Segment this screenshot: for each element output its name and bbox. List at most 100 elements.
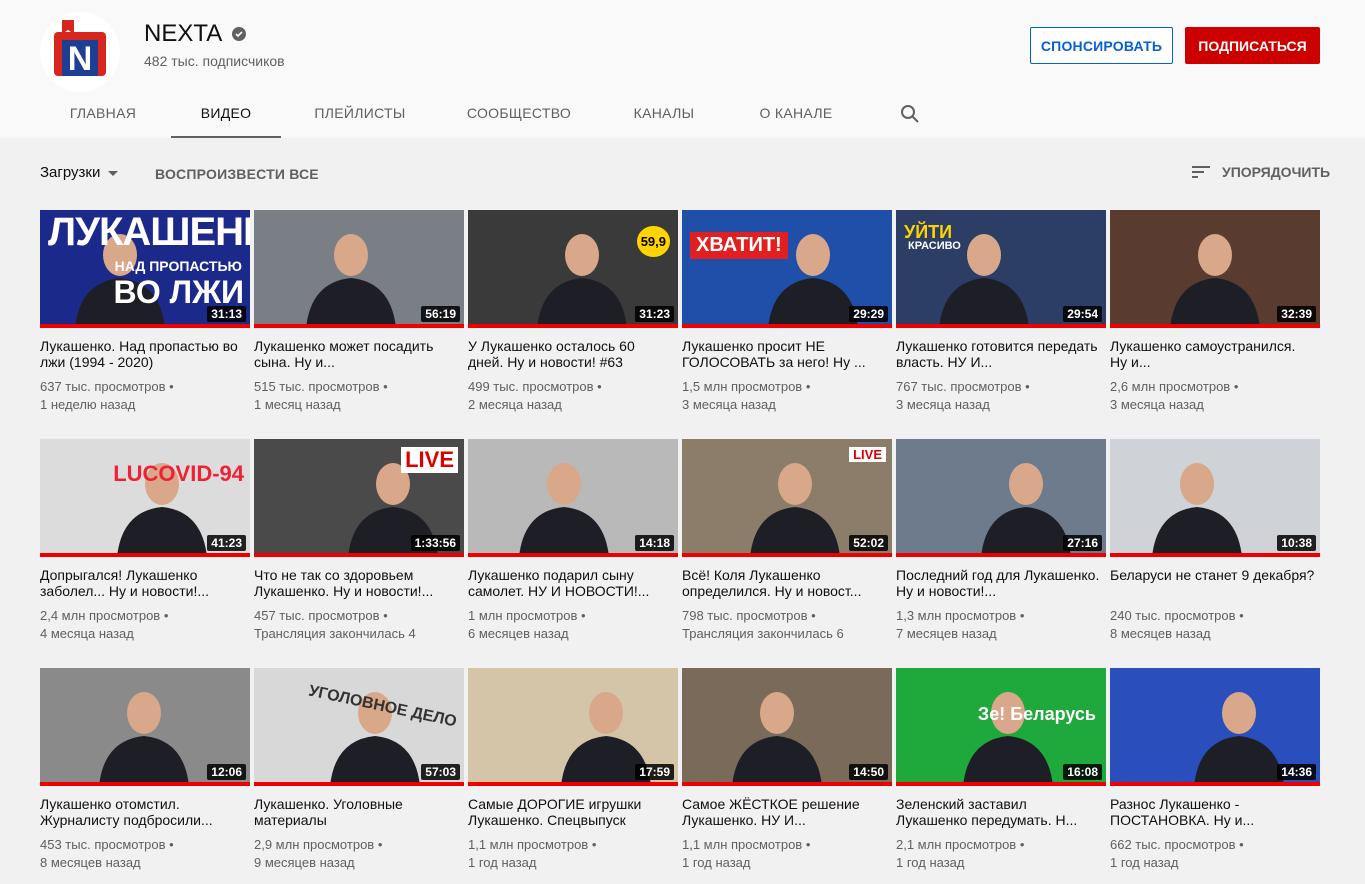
video-thumbnail[interactable]: 59,9 31:23 <box>468 210 678 328</box>
watch-progress-bar <box>40 324 250 328</box>
channel-avatar[interactable]: N <box>40 12 120 92</box>
upload-age: 1 год назад <box>1110 855 1179 870</box>
video-thumbnail[interactable]: 10:38 <box>1110 439 1320 557</box>
videos-toolbar: Загрузки ВОСПРОИЗВЕСТИ ВСЕ УПОРЯДОЧИТЬ <box>0 150 1365 194</box>
video-card[interactable]: УГОЛОВНОЕ ДЕЛО 57:03 Лукашенко. Уголовные … <box>254 668 464 872</box>
view-count: 499 тыс. просмотров <box>468 379 594 394</box>
thumbnail-caption: LUCOVID-94 <box>113 461 244 486</box>
video-duration: 14:18 <box>635 535 674 551</box>
video-title[interactable]: Лукашенко самоустранился. Ну и... <box>1110 338 1315 370</box>
video-card[interactable]: 14:50 Самое ЖЁСТКОЕ решение Лукашенко. НУ… <box>682 668 892 872</box>
uploads-dropdown[interactable]: Загрузки <box>40 164 119 181</box>
video-duration: 57:03 <box>421 764 460 780</box>
video-thumbnail[interactable]: 14:36 <box>1110 668 1320 786</box>
video-title[interactable]: Самые ДОРОГИЕ игрушки Лукашенко. Спецвып… <box>468 796 673 828</box>
video-card[interactable]: LIVE 1:33:56 Что не так со здоровьем Лукаш… <box>254 439 464 643</box>
tab-community[interactable]: СООБЩЕСТВО <box>452 90 586 136</box>
video-card[interactable]: УЙТИ КРАСИВО 29:54 Лукашенко готовится пере… <box>896 210 1106 414</box>
video-card[interactable]: 10:38 Беларуси не станет 9 декабря? 240 ты… <box>1110 439 1320 643</box>
video-thumbnail[interactable]: LIVE 52:02 <box>682 439 892 557</box>
view-count: 2,6 млн просмотров <box>1110 379 1231 394</box>
video-thumbnail[interactable]: ЛУКАШЕНКОНАД ПРОПАСТЬЮВО ЛЖИ31:13 <box>40 210 250 328</box>
video-thumbnail[interactable]: LIVE 1:33:56 <box>254 439 464 557</box>
view-count: 240 тыс. просмотров <box>1110 608 1236 623</box>
meta-separator: • <box>160 608 169 623</box>
video-card[interactable]: LIVE 52:02 Всё! Коля Лукашенко определился… <box>682 439 892 643</box>
video-title[interactable]: Последний год для Лукашенко. Ну и новост… <box>896 567 1101 599</box>
tab-channels[interactable]: КАНАЛЫ <box>614 90 714 136</box>
upload-age: 2 месяца назад <box>468 397 562 412</box>
watch-progress-bar <box>682 553 892 557</box>
video-title[interactable]: Лукашенко отомстил. Журналисту подбросил… <box>40 796 245 828</box>
video-thumbnail[interactable]: 14:50 <box>682 668 892 786</box>
video-thumbnail[interactable]: УГОЛОВНОЕ ДЕЛО 57:03 <box>254 668 464 786</box>
video-thumbnail[interactable]: 12:06 <box>40 668 250 786</box>
video-card[interactable]: ЛУКАШЕНКОНАД ПРОПАСТЬЮВО ЛЖИ31:13 Лукашен… <box>40 210 250 414</box>
tab-about[interactable]: О КАНАЛЕ <box>740 90 852 136</box>
video-thumbnail[interactable]: 17:59 <box>468 668 678 786</box>
video-title[interactable]: Лукашенко готовится передать власть. НУ … <box>896 338 1101 370</box>
channel-name-text[interactable]: NEXTA <box>144 20 222 48</box>
video-thumbnail[interactable]: УЙТИ КРАСИВО 29:54 <box>896 210 1106 328</box>
tab-home[interactable]: ГЛАВНАЯ <box>40 90 166 136</box>
watch-progress-bar <box>40 782 250 786</box>
video-card[interactable]: 56:19 Лукашенко может посадить сына. Ну и… <box>254 210 464 414</box>
video-thumbnail[interactable]: 14:18 <box>468 439 678 557</box>
video-title[interactable]: Лукашенко может посадить сына. Ну и... <box>254 338 459 370</box>
video-title[interactable]: Беларуси не станет 9 декабря? <box>1110 567 1315 599</box>
video-title[interactable]: Лукашенко. Над пропастью во лжи (1994 - … <box>40 338 245 370</box>
video-card[interactable]: ХВАТИТ! 29:29 Лукашенко просит НЕ ГОЛОСОВА… <box>682 210 892 414</box>
sort-label: УПОРЯДОЧИТЬ <box>1222 164 1331 180</box>
video-title[interactable]: Лукашенко. Уголовные материалы <box>254 796 459 828</box>
video-duration: 56:19 <box>421 306 460 322</box>
video-title[interactable]: Зеленский заставил Лукашенко передумать.… <box>896 796 1101 828</box>
channel-name[interactable]: NEXTA <box>144 20 247 48</box>
view-count: 2,9 млн просмотров <box>254 837 375 852</box>
video-meta: 798 тыс. просмотров • Трансляция закончил… <box>682 607 892 643</box>
video-thumbnail[interactable]: 32:39 <box>1110 210 1320 328</box>
video-card[interactable]: 14:18 Лукашенко подарил сыну самолет. НУ … <box>468 439 678 643</box>
video-thumbnail[interactable]: LUCOVID-94 41:23 <box>40 439 250 557</box>
video-thumbnail[interactable]: 27:16 <box>896 439 1106 557</box>
video-title[interactable]: Всё! Коля Лукашенко определился. Ну и но… <box>682 567 887 599</box>
video-title[interactable]: Лукашенко просит НЕ ГОЛОСОВАТЬ за него! … <box>682 338 887 370</box>
video-card[interactable]: 27:16 Последний год для Лукашенко. Ну и н… <box>896 439 1106 643</box>
video-thumbnail[interactable]: Зе! Беларусь 16:08 <box>896 668 1106 786</box>
meta-separator: • <box>1016 608 1025 623</box>
video-card[interactable]: LUCOVID-94 41:23 Допрыгался! Лукашенко заб… <box>40 439 250 643</box>
meta-separator: • <box>1235 837 1244 852</box>
video-duration: 31:23 <box>635 306 674 322</box>
video-duration: 29:29 <box>849 306 888 322</box>
video-title[interactable]: Лукашенко подарил сыну самолет. НУ И НОВ… <box>468 567 673 599</box>
video-card[interactable]: 32:39 Лукашенко самоустранился. Ну и... 2,… <box>1110 210 1320 414</box>
video-title[interactable]: Разнос Лукашенко - ПОСТАНОВКА. Ну и... <box>1110 796 1315 828</box>
upload-age: 3 месяца назад <box>896 397 990 412</box>
video-title[interactable]: Самое ЖЁСТКОЕ решение Лукашенко. НУ И... <box>682 796 887 828</box>
sort-button[interactable]: УПОРЯДОЧИТЬ <box>1190 164 1330 180</box>
video-title[interactable]: У Лукашенко осталось 60 дней. Ну и новос… <box>468 338 673 370</box>
meta-separator: • <box>577 608 586 623</box>
video-title[interactable]: Допрыгался! Лукашенко заболел... Ну и но… <box>40 567 245 599</box>
subscribe-button[interactable]: ПОДПИСАТЬСЯ <box>1185 27 1320 64</box>
watch-progress-bar <box>682 324 892 328</box>
video-thumbnail[interactable]: 56:19 <box>254 210 464 328</box>
video-card[interactable]: 17:59 Самые ДОРОГИЕ игрушки Лукашенко. Сп… <box>468 668 678 872</box>
video-card[interactable]: Зе! Беларусь 16:08 Зеленский заставил Лука… <box>896 668 1106 872</box>
tab-videos[interactable]: ВИДЕО <box>171 90 281 138</box>
meta-separator: • <box>374 837 383 852</box>
video-card[interactable]: 59,9 31:23 У Лукашенко осталось 60 дней. Н… <box>468 210 678 414</box>
video-card[interactable]: 12:06 Лукашенко отомстил. Журналисту подб… <box>40 668 250 872</box>
video-card[interactable]: 14:36 Разнос Лукашенко - ПОСТАНОВКА. Ну и… <box>1110 668 1320 872</box>
video-title[interactable]: Что не так со здоровьем Лукашенко. Ну и … <box>254 567 459 599</box>
watch-progress-bar <box>896 782 1106 786</box>
video-thumbnail[interactable]: ХВАТИТ! 29:29 <box>682 210 892 328</box>
play-all-button[interactable]: ВОСПРОИЗВЕСТИ ВСЕ <box>155 166 319 182</box>
view-count: 662 тыс. просмотров <box>1110 837 1236 852</box>
tab-playlists[interactable]: ПЛЕЙЛИСТЫ <box>296 90 424 136</box>
channel-header: N NEXTA 482 тыс. подписчиков СПОНСИРОВАТ… <box>0 0 1365 138</box>
watch-progress-bar <box>1110 324 1320 328</box>
sponsor-button[interactable]: СПОНСИРОВАТЬ <box>1030 27 1173 64</box>
watch-progress-bar <box>682 782 892 786</box>
search-icon[interactable] <box>898 102 922 126</box>
watch-progress-bar <box>896 553 1106 557</box>
